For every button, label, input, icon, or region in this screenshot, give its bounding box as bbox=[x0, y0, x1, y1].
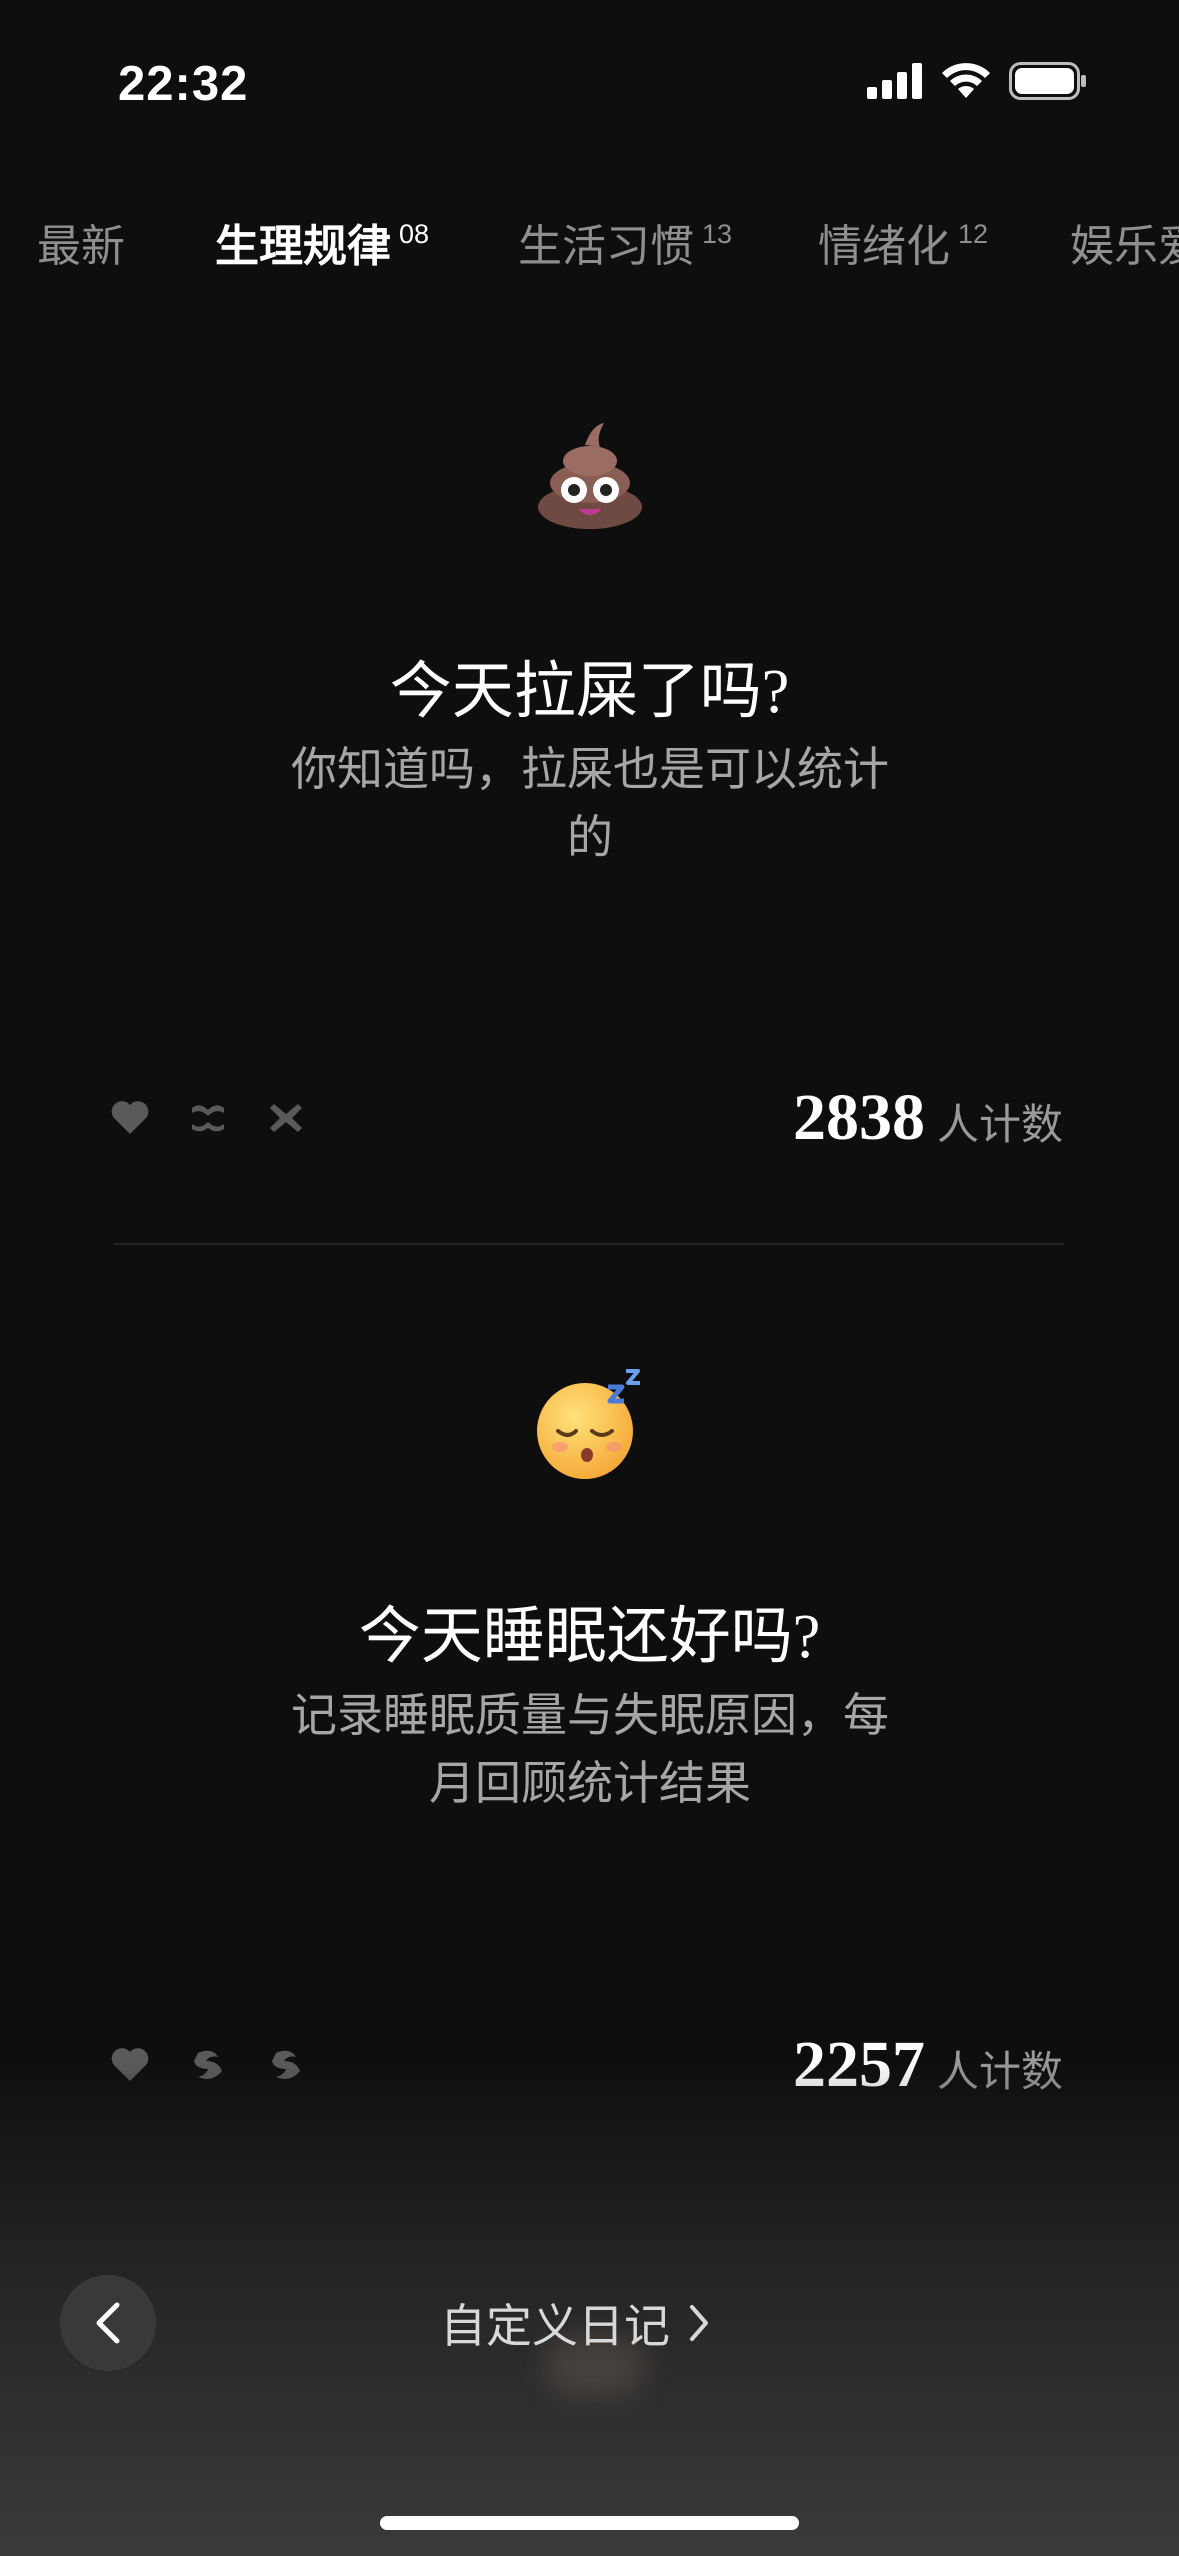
status-bar: 22:32 bbox=[0, 0, 1179, 170]
wifi-icon bbox=[942, 63, 990, 98]
back-button[interactable] bbox=[60, 2275, 156, 2371]
cellular-signal-icon bbox=[867, 63, 922, 99]
category-tabs: 最新 生理规律 08 生活习惯 13 情绪化 12 娱乐爱 bbox=[0, 210, 1179, 290]
custom-diary-button[interactable]: 自定义日记 bbox=[440, 2290, 710, 2356]
tab-latest[interactable]: 最新 bbox=[37, 210, 125, 274]
tab-count: 13 bbox=[702, 219, 733, 249]
tab-entertainment[interactable]: 娱乐爱 bbox=[1070, 210, 1179, 274]
tab-label: 生活习惯 bbox=[518, 222, 694, 271]
home-indicator[interactable] bbox=[380, 2516, 799, 2530]
tab-habits[interactable]: 生活习惯 13 bbox=[518, 210, 732, 274]
chevron-left-icon bbox=[96, 2302, 120, 2344]
card-actions bbox=[110, 1100, 306, 1136]
participant-count: 2838 人计数 bbox=[793, 1080, 1063, 1156]
status-icons bbox=[867, 62, 1087, 100]
tab-physiology[interactable]: 生理规律 08 bbox=[215, 210, 429, 274]
card-description: 记录睡眠质量与失眠原因，每 月回顾统计结果 bbox=[275, 1681, 905, 1817]
card-description-line: 的 bbox=[567, 811, 613, 863]
card-divider bbox=[114, 1243, 1064, 1245]
tab-count: 12 bbox=[958, 219, 989, 249]
tab-label: 最新 bbox=[37, 222, 125, 271]
sleeping-face-emoji-icon bbox=[537, 1369, 640, 1479]
count-unit: 人计数 bbox=[936, 1101, 1063, 1148]
status-time: 22:32 bbox=[118, 57, 249, 111]
heart-icon[interactable] bbox=[110, 1100, 150, 1136]
card-description-line: 记录睡眠质量与失眠原因，每 bbox=[291, 1689, 889, 1741]
card-title: 今天拉屎了吗? bbox=[389, 658, 790, 726]
tab-count: 08 bbox=[399, 219, 430, 249]
card-description: 你知道吗，拉屎也是可以统计 的 bbox=[275, 735, 905, 871]
custom-diary-label: 自定义日记 bbox=[440, 2300, 670, 2352]
tab-label: 情绪化 bbox=[818, 222, 950, 271]
card-description-line: 月回顾统计结果 bbox=[429, 1757, 751, 1809]
tab-label: 娱乐爱 bbox=[1070, 222, 1179, 271]
emotion-face-icon[interactable] bbox=[188, 1100, 228, 1136]
chevron-right-icon bbox=[690, 2305, 708, 2341]
tab-emotion[interactable]: 情绪化 12 bbox=[818, 210, 988, 274]
count-number: 2838 bbox=[792, 1081, 925, 1154]
battery-icon bbox=[1009, 62, 1086, 100]
cross-icon[interactable] bbox=[266, 1100, 306, 1136]
card-description-line: 你知道吗，拉屎也是可以统计 bbox=[291, 743, 889, 795]
tab-label: 生理规律 bbox=[215, 222, 391, 271]
poop-emoji-icon bbox=[538, 423, 642, 529]
card-title: 今天睡眠还好吗? bbox=[358, 1603, 821, 1671]
